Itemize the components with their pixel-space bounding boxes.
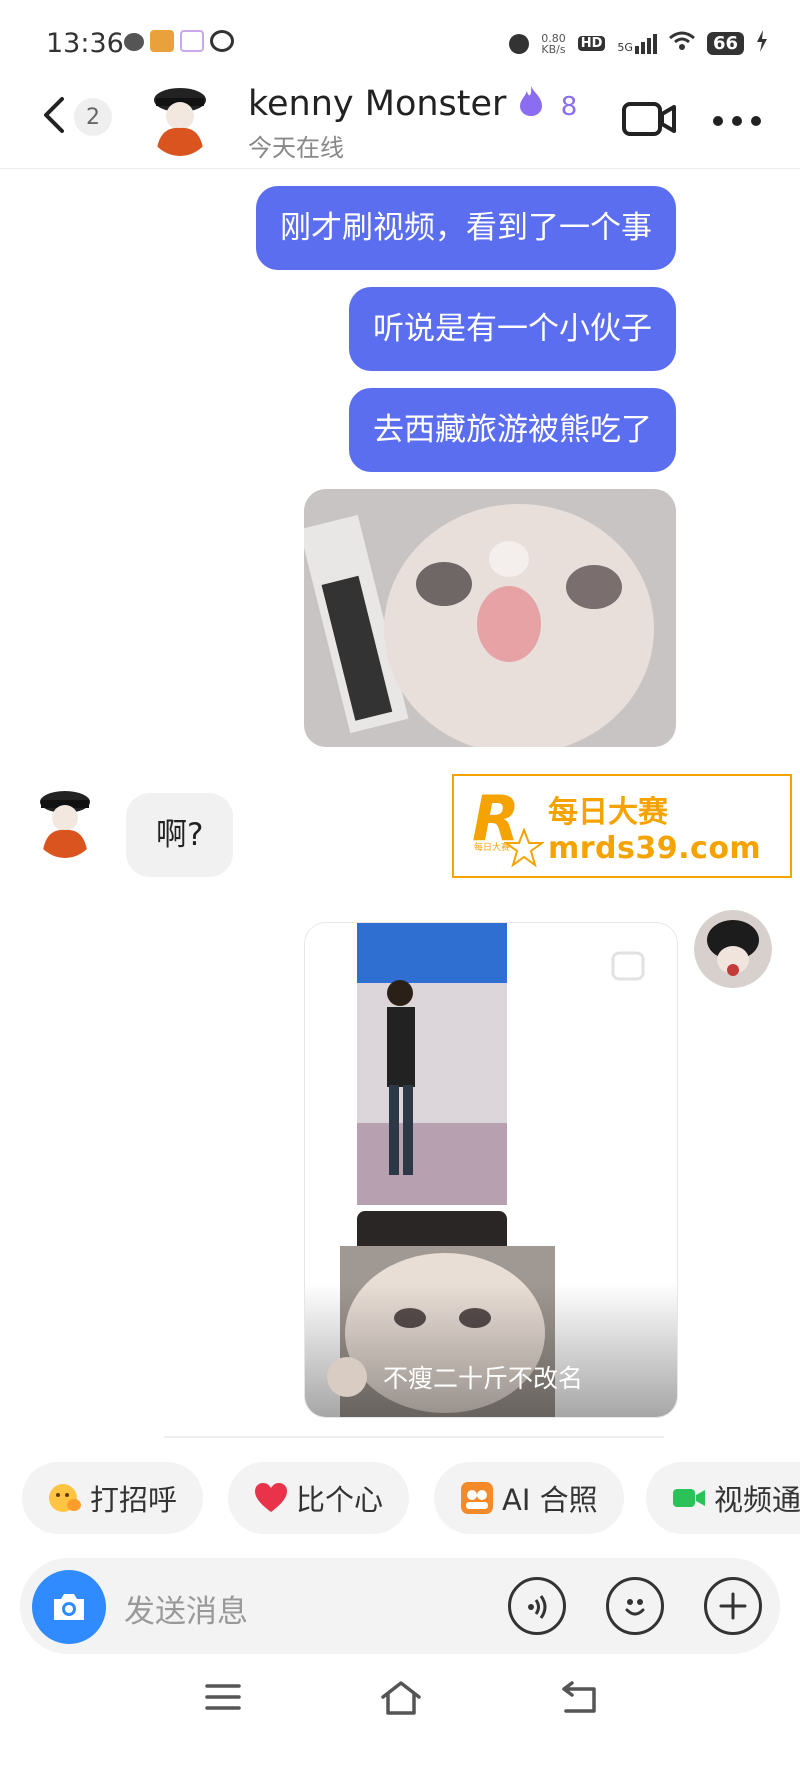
contact-avatar[interactable]	[146, 82, 214, 156]
quick-action-label: 比个心	[296, 1483, 384, 1517]
heart-icon	[254, 1481, 288, 1515]
quick-action-label: AI 合照	[502, 1483, 598, 1517]
wifi-icon	[668, 31, 695, 56]
voice-icon	[525, 1593, 551, 1625]
status-time: 13:36	[46, 28, 124, 59]
plus-icon	[719, 1592, 747, 1624]
voice-button[interactable]	[508, 1577, 566, 1635]
shared-video-card[interactable]: 不瘦二十斤不改名	[304, 922, 678, 1418]
contact-name: kenny Monster	[248, 84, 507, 124]
sent-image-cat[interactable]	[304, 489, 676, 747]
nav-back-button[interactable]	[560, 1680, 598, 1718]
message-bubble-sent[interactable]: 去西藏旅游被熊吃了	[349, 388, 676, 472]
back-button[interactable]: 2	[40, 95, 112, 139]
smile-icon	[620, 1592, 650, 1626]
contact-name-row: kenny Monster 8	[248, 84, 577, 126]
star-icon	[504, 828, 544, 868]
video-call-icon	[672, 1481, 706, 1515]
unread-count-badge: 2	[74, 98, 112, 136]
camera-button[interactable]	[32, 1570, 106, 1644]
quick-action-video-call[interactable]: 视频通	[646, 1462, 800, 1534]
system-status: 0.80 KB/s HD 5G 66	[509, 30, 768, 57]
app-notification-icon-3	[210, 30, 234, 52]
contact-avatar-small[interactable]	[32, 786, 98, 858]
watermark-brand: 每日大赛	[548, 794, 668, 830]
emoji-button[interactable]	[606, 1577, 664, 1635]
home-icon	[380, 1681, 422, 1720]
alarm-icon	[509, 33, 530, 54]
flame-streak-count: 8	[560, 92, 578, 122]
wechat-icon	[124, 33, 144, 51]
online-status: 今天在线	[248, 134, 344, 162]
signal-label: 5G	[617, 40, 633, 54]
message-bubble-sent[interactable]: 刚才刷视频，看到了一个事	[256, 186, 676, 270]
wave-emoji-icon	[48, 1481, 82, 1515]
signal-icon: 5G	[617, 33, 657, 54]
chat-bottom-divider	[164, 1436, 664, 1438]
message-bubble-received[interactable]: 啊?	[126, 793, 234, 877]
app-notification-icon-2	[180, 30, 204, 52]
nav-menu-button[interactable]	[204, 1680, 242, 1718]
battery-icon: 66	[706, 32, 744, 55]
flame-icon	[518, 85, 544, 126]
notification-icons	[124, 30, 234, 52]
app-notification-icon	[150, 30, 174, 52]
video-caption: 不瘦二十斤不改名	[383, 1364, 584, 1393]
video-call-button[interactable]	[622, 100, 678, 142]
watermark-logo: R 每日大赛	[454, 778, 544, 874]
more-dots-icon	[712, 112, 762, 131]
camera-icon	[51, 1591, 87, 1627]
nav-home-button[interactable]	[380, 1680, 422, 1720]
ai-photo-icon	[460, 1481, 494, 1515]
more-options-button[interactable]	[712, 112, 762, 131]
menu-icon	[204, 1684, 242, 1718]
add-attachment-button[interactable]	[704, 1577, 762, 1635]
message-input[interactable]: 发送消息	[124, 1586, 248, 1631]
quick-action-heart[interactable]: 比个心	[228, 1462, 410, 1534]
quick-action-label: 打招呼	[90, 1483, 178, 1517]
charging-icon	[756, 30, 768, 57]
quick-action-greet[interactable]: 打招呼	[22, 1462, 204, 1534]
header-divider	[0, 168, 800, 169]
video-camera-icon	[622, 102, 678, 142]
return-icon	[560, 1681, 598, 1718]
message-bubble-sent[interactable]: 听说是有一个小伙子	[349, 287, 676, 371]
quick-action-label: 视频通	[714, 1483, 800, 1517]
watermark-overlay: R 每日大赛 每日大赛 mrds39.com	[452, 774, 792, 878]
video-thumbnail	[305, 923, 677, 1417]
quick-action-ai-photo[interactable]: AI 合照	[434, 1462, 624, 1534]
watermark-url: mrds39.com	[548, 830, 762, 866]
my-avatar[interactable]	[694, 910, 772, 988]
net-speed: 0.80 KB/s	[541, 31, 566, 56]
hd-icon: HD	[577, 36, 606, 51]
chevron-left-icon	[40, 95, 66, 139]
